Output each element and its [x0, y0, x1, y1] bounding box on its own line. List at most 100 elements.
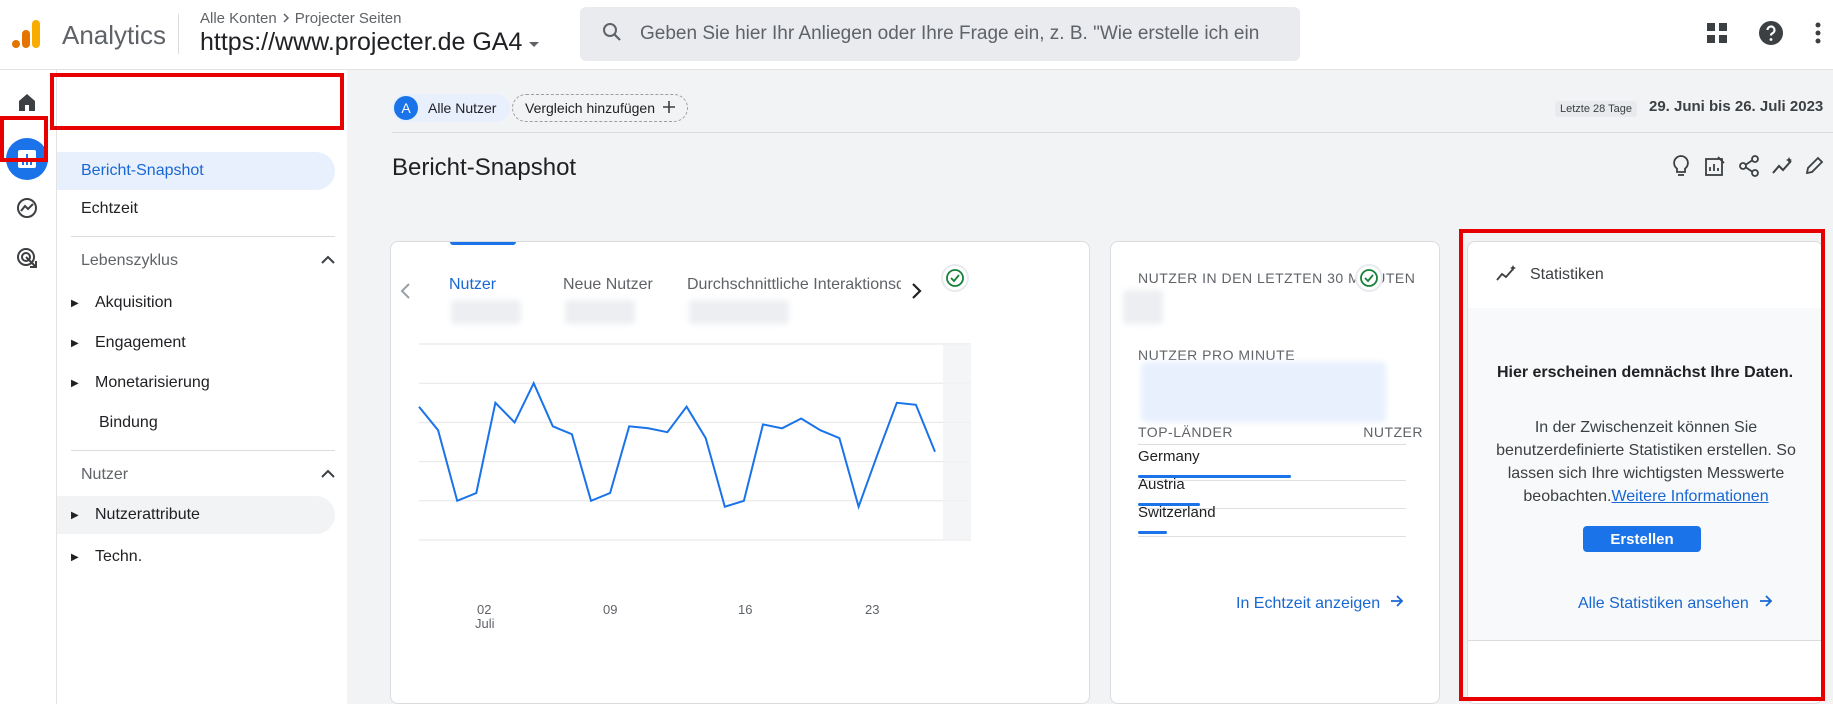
chevron-up-icon	[321, 252, 335, 270]
insights-title: Statistiken	[1530, 266, 1604, 283]
search-box[interactable]	[580, 7, 1300, 61]
caret-down-icon	[528, 28, 540, 57]
nav-item-bericht-snapshot[interactable]: Bericht-Snapshot	[57, 152, 335, 190]
breadcrumb-account[interactable]: Alle Konten	[200, 10, 277, 27]
metric-value-blurred	[451, 300, 521, 324]
top-bar: Analytics Alle Konten Projecter Seiten h…	[0, 0, 1833, 70]
tab-neue-nutzer[interactable]: Neue Nutzer	[563, 276, 653, 294]
explore-icon[interactable]	[9, 190, 45, 226]
per-minute-title: NUTZER PRO MINUTE	[1138, 347, 1296, 363]
segment-chip-all-users[interactable]: A Alle Nutzer	[392, 94, 511, 122]
per-minute-chart-blurred	[1141, 362, 1386, 422]
nav-item-label: Bindung	[99, 414, 158, 431]
nav-item-techn[interactable]: ▶ Techn.	[57, 538, 335, 576]
x-axis: 02 Juli 09 16 23	[391, 602, 1089, 642]
header-divider	[392, 132, 1833, 133]
insights-header: Statistiken	[1468, 242, 1822, 308]
link-label: In Echtzeit anzeigen	[1236, 594, 1381, 612]
advertising-icon[interactable]	[9, 240, 45, 276]
edit-report-icon[interactable]	[1699, 150, 1731, 182]
active-tab-indicator	[450, 242, 516, 245]
nav-item-akquisition[interactable]: ▶ Akquisition	[57, 284, 335, 322]
users-line-chart	[418, 343, 971, 541]
link-label: Alle Statistiken ansehen	[1578, 594, 1749, 612]
reports-icon[interactable]	[6, 138, 48, 180]
plus-icon	[663, 100, 675, 116]
apps-grid-icon[interactable]	[1706, 22, 1728, 49]
nav-divider	[71, 236, 335, 237]
report-nav: Bericht-Snapshot Echtzeit Lebenszyklus ▶…	[57, 70, 347, 704]
chevron-right-icon	[281, 10, 291, 27]
metric-value-blurred	[689, 300, 789, 324]
analytics-logo-icon[interactable]	[12, 18, 44, 50]
segment-label: Alle Nutzer	[428, 100, 497, 116]
chevron-right-icon[interactable]	[909, 282, 923, 305]
insights-icon[interactable]	[1767, 150, 1799, 182]
nav-item-engagement[interactable]: ▶ Engagement	[57, 324, 335, 362]
nav-item-label: Techn.	[95, 548, 143, 565]
nav-item-bindung[interactable]: Bindung	[57, 404, 335, 442]
help-icon[interactable]	[1758, 20, 1784, 51]
insights-body: Hier erscheinen demnächst Ihre Daten. In…	[1468, 308, 1822, 641]
col-users: NUTZER	[1363, 424, 1423, 440]
view-all-insights-link[interactable]: Alle Statistiken ansehen	[1578, 594, 1773, 613]
date-preset-label[interactable]: Letzte 28 Tage	[1555, 101, 1637, 117]
country-name: Germany	[1138, 448, 1200, 465]
nav-item-monetarisierung[interactable]: ▶ Monetarisierung	[57, 364, 335, 402]
nav-item-label: Engagement	[95, 334, 186, 351]
share-icon[interactable]	[1733, 150, 1765, 182]
caret-right-icon: ▶	[71, 377, 79, 389]
nav-item-echtzeit[interactable]: Echtzeit	[57, 190, 335, 228]
insights-card: Statistiken Hier erscheinen demnächst Ih…	[1467, 241, 1823, 704]
overview-card: Nutzer Neue Nutzer Durchschnittliche Int…	[390, 241, 1090, 704]
date-range[interactable]: 29. Juni bis 26. Juli 2023	[1649, 98, 1823, 115]
x-tick-month: Juli	[475, 616, 495, 631]
more-vert-icon[interactable]	[1814, 20, 1822, 51]
section-title: Nutzer	[81, 466, 129, 483]
property-selector[interactable]: https://www.projecter.de GA4	[200, 28, 540, 57]
country-row: Switzerland	[1138, 504, 1406, 537]
x-tick-label: 09	[603, 602, 618, 617]
title-divider	[178, 14, 179, 54]
table-divider	[1138, 444, 1406, 445]
nav-item-label: Echtzeit	[81, 200, 138, 217]
caret-right-icon: ▶	[71, 297, 79, 309]
breadcrumb[interactable]: Alle Konten Projecter Seiten	[200, 10, 401, 27]
realtime-value-blurred	[1123, 290, 1163, 324]
chevron-left-icon[interactable]	[399, 282, 413, 305]
x-tick-label: 02	[477, 602, 492, 617]
y-axis-labels-blurred	[943, 344, 971, 540]
x-tick-label: 16	[738, 602, 753, 617]
tab-interaktionsdauer[interactable]: Durchschnittliche Interaktionsdau	[687, 276, 901, 294]
add-comparison-button[interactable]: Vergleich hinzufügen	[512, 94, 688, 122]
search-icon	[602, 22, 622, 47]
left-rail	[0, 70, 57, 704]
nav-divider	[71, 450, 335, 451]
insights-heading: Hier erscheinen demnächst Ihre Daten.	[1496, 364, 1794, 381]
arrow-right-icon	[1390, 594, 1404, 613]
country-name: Switzerland	[1138, 504, 1216, 521]
metric-value-blurred	[565, 300, 635, 324]
realtime-card: NUTZER IN DEN LETZTEN 30 MINUTEN NUTZER …	[1110, 241, 1440, 704]
create-insight-button[interactable]: Erstellen	[1583, 526, 1701, 552]
lightbulb-icon[interactable]	[1665, 150, 1697, 182]
learn-more-link[interactable]: Weitere Informationen	[1611, 488, 1768, 505]
compare-label: Vergleich hinzufügen	[525, 100, 655, 116]
tab-nutzer[interactable]: Nutzer	[449, 276, 496, 294]
breadcrumb-property[interactable]: Projecter Seiten	[295, 10, 402, 27]
view-realtime-link[interactable]: In Echtzeit anzeigen	[1236, 594, 1404, 613]
property-name: https://www.projecter.de GA4	[200, 28, 523, 56]
nav-section-lebenszyklus[interactable]: Lebenszyklus	[81, 252, 335, 270]
check-circle-icon	[1355, 264, 1383, 292]
nav-item-nutzerattribute[interactable]: ▶ Nutzerattribute	[57, 496, 335, 534]
home-icon[interactable]	[9, 84, 45, 120]
arrow-right-icon	[1759, 594, 1773, 613]
edit-icon[interactable]	[1801, 150, 1827, 182]
caret-right-icon: ▶	[71, 551, 79, 563]
page-title: Bericht-Snapshot	[392, 154, 577, 181]
search-input[interactable]	[640, 23, 1260, 45]
nav-section-nutzer[interactable]: Nutzer	[81, 466, 335, 484]
caret-right-icon: ▶	[71, 509, 79, 521]
insights-icon	[1496, 264, 1518, 287]
country-name: Austria	[1138, 476, 1185, 493]
